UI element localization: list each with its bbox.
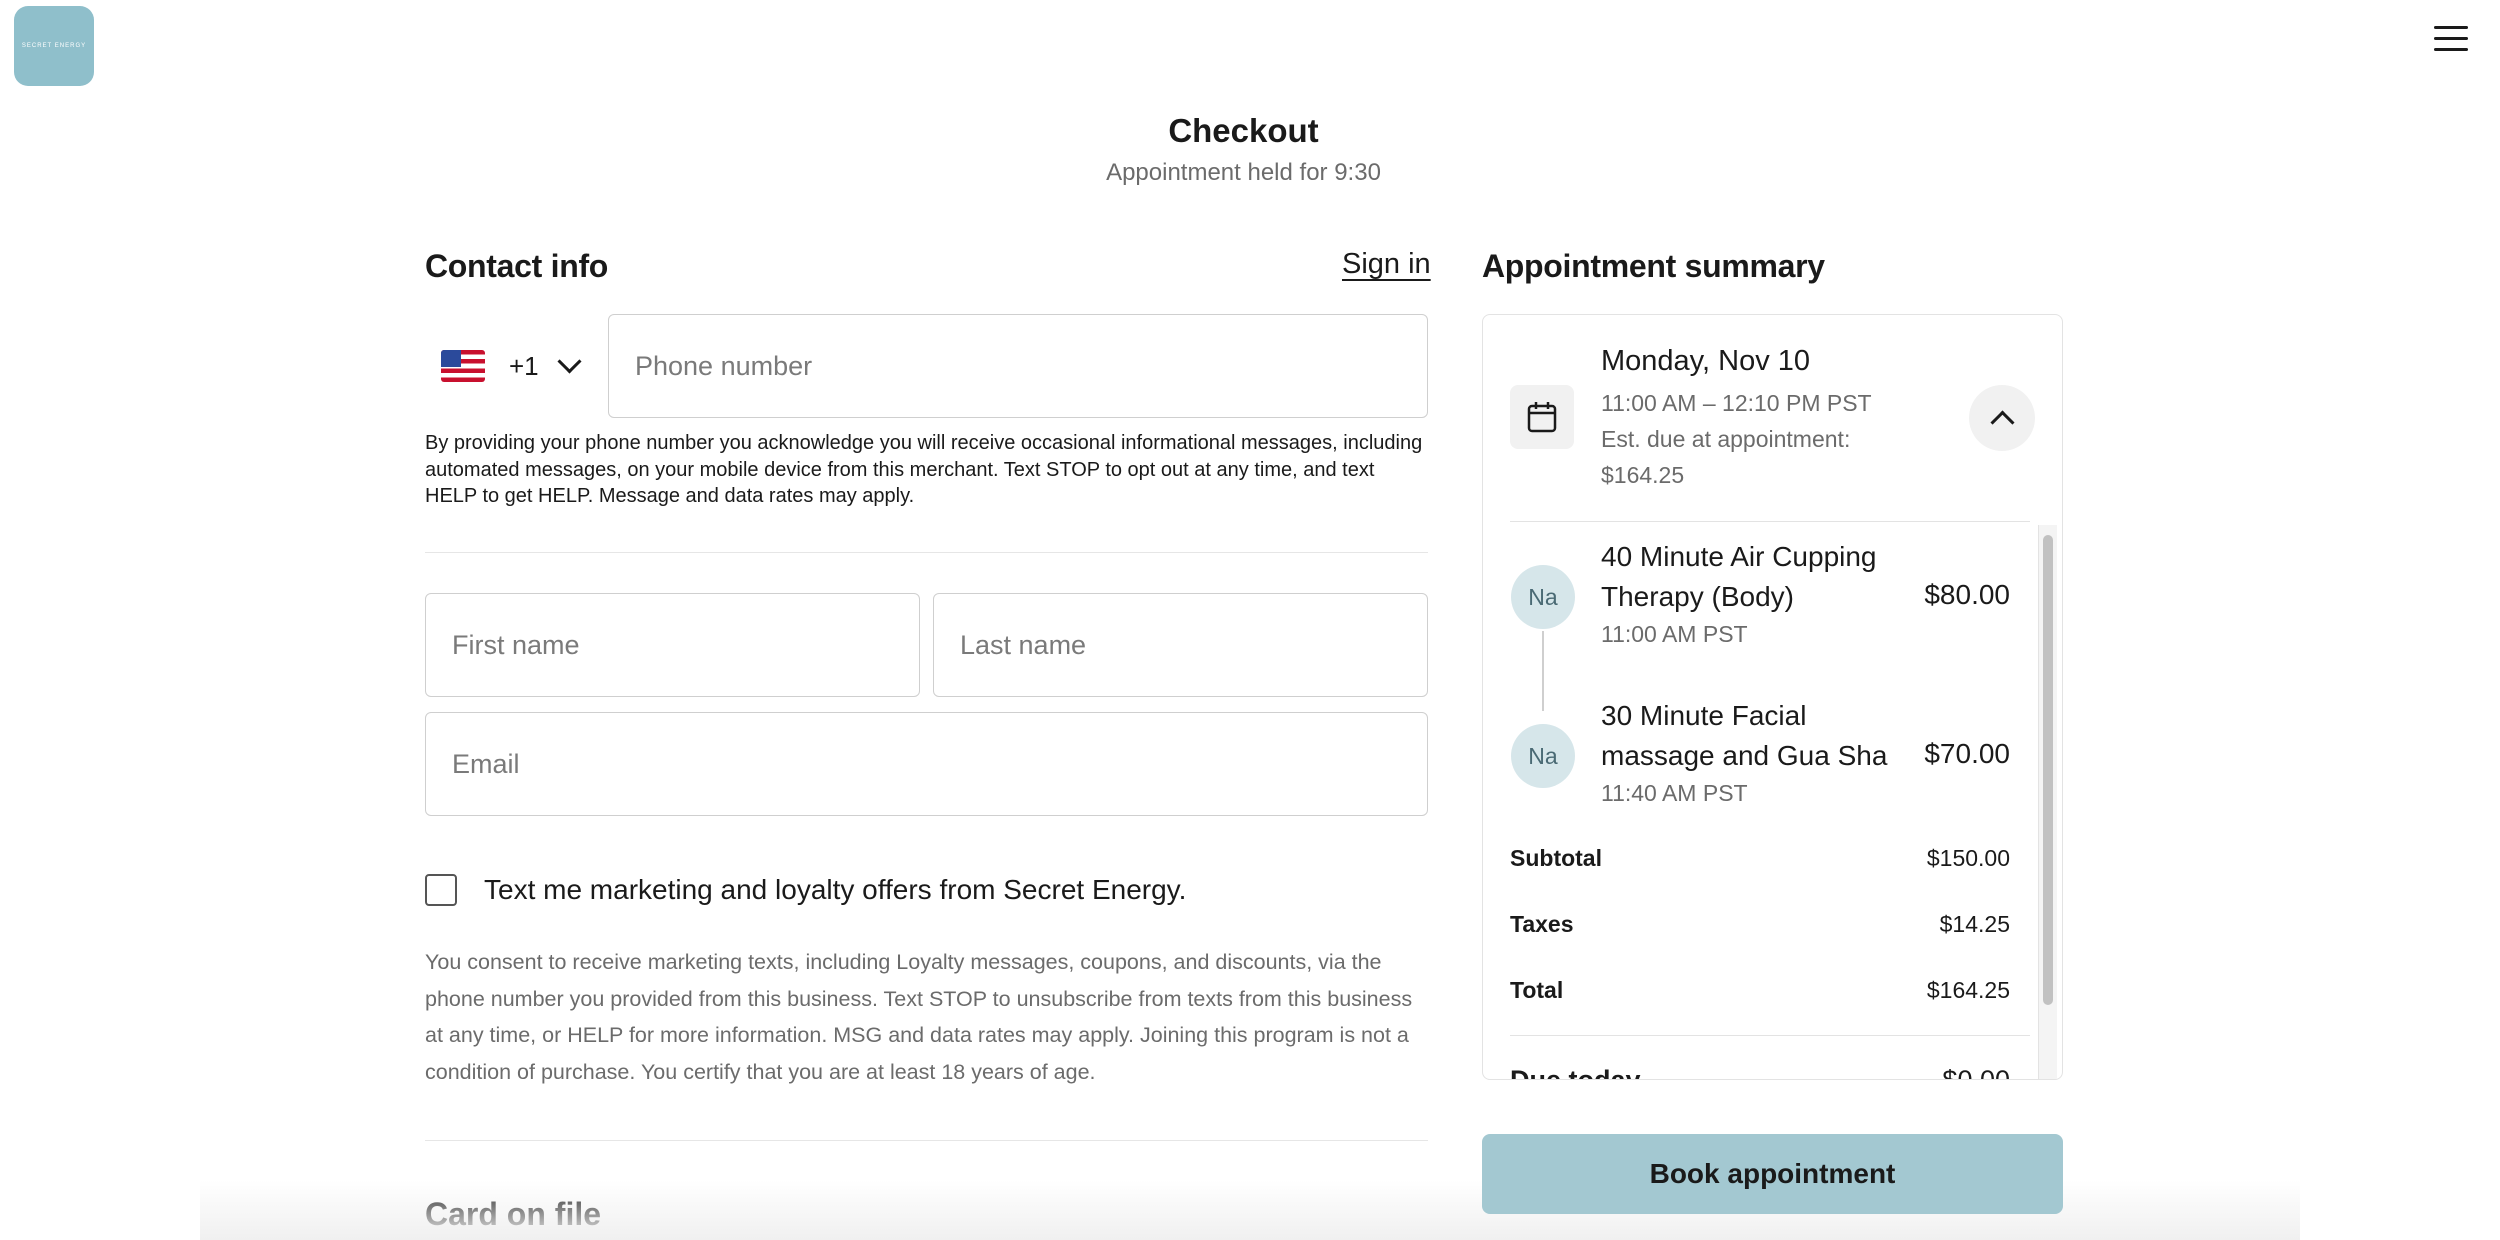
subtotal-value: $150.00: [1926, 845, 2010, 871]
service-time: 11:40 AM PST: [1601, 780, 1748, 806]
card-on-file-heading: Card on file: [425, 1196, 602, 1232]
total-value: $164.25: [1926, 977, 2010, 1003]
due-today-value: $0.00: [1942, 1065, 2010, 1080]
service-name: 30 Minute Facial massage and Gua Sha: [1601, 700, 1888, 771]
brand-logo[interactable]: SECRET ENERGY: [14, 6, 94, 86]
appointment-summary-card: Monday, Nov 10 11:00 AM – 12:10 PM PST E…: [1482, 314, 2063, 1080]
chevron-up-icon: [1989, 409, 2015, 435]
phone-input[interactable]: [608, 314, 1428, 418]
est-due-amount: $164.25: [1601, 462, 1685, 488]
timeline-connector: [1542, 631, 1544, 711]
hold-timer: Appointment held for 9:30: [1106, 159, 1381, 186]
taxes-value: $14.25: [1939, 911, 2010, 937]
country-code: +1: [509, 350, 539, 381]
us-flag-icon: [441, 350, 485, 382]
marketing-checkbox[interactable]: [425, 874, 457, 906]
divider: [425, 552, 1428, 553]
brand-logo-text: SECRET ENERGY: [21, 43, 87, 49]
appointment-time-range: 11:00 AM – 12:10 PM PST: [1601, 390, 1872, 416]
subtotal-label: Subtotal: [1510, 845, 1602, 871]
total-label: Total: [1510, 977, 1564, 1003]
marketing-consent-text: You consent to receive marketing texts, …: [425, 950, 1413, 1084]
taxes-label: Taxes: [1510, 911, 1574, 937]
divider: [425, 1140, 1428, 1141]
email-input[interactable]: [425, 712, 1428, 816]
summary-scrollbar[interactable]: [2038, 525, 2057, 1079]
page-title: Checkout: [1168, 112, 1319, 149]
service-price: $80.00: [1924, 579, 2010, 610]
appointment-date: Monday, Nov 10: [1601, 345, 1811, 377]
chevron-down-icon: [557, 348, 582, 374]
book-appointment-button[interactable]: Book appointment: [1482, 1134, 2063, 1214]
sign-in-link[interactable]: Sign in: [1342, 248, 1431, 281]
est-due-label: Est. due at appointment:: [1601, 426, 1851, 452]
collapse-summary-button[interactable]: [1969, 385, 2035, 451]
first-name-input[interactable]: [425, 593, 920, 697]
divider: [1510, 1035, 2030, 1036]
service-time: 11:00 AM PST: [1601, 621, 1748, 647]
staff-avatar: Na: [1511, 724, 1575, 788]
marketing-checkbox-label[interactable]: Text me marketing and loyalty offers fro…: [484, 874, 1186, 906]
calendar-icon: [1510, 385, 1574, 449]
appointment-summary-heading: Appointment summary: [1482, 248, 1825, 284]
scrollbar-thumb[interactable]: [2043, 535, 2053, 1005]
due-today-label: Due today: [1510, 1065, 1641, 1080]
service-price: $70.00: [1924, 738, 2010, 769]
staff-avatar: Na: [1511, 565, 1575, 629]
service-name: 40 Minute Air Cupping Therapy (Body): [1601, 541, 1877, 612]
divider: [1510, 521, 2030, 522]
last-name-input[interactable]: [933, 593, 1428, 697]
menu-icon[interactable]: [2434, 26, 2468, 56]
country-code-select[interactable]: +1: [425, 314, 593, 418]
phone-disclaimer: By providing your phone number you ackno…: [425, 432, 1423, 507]
contact-info-heading: Contact info: [425, 248, 609, 284]
